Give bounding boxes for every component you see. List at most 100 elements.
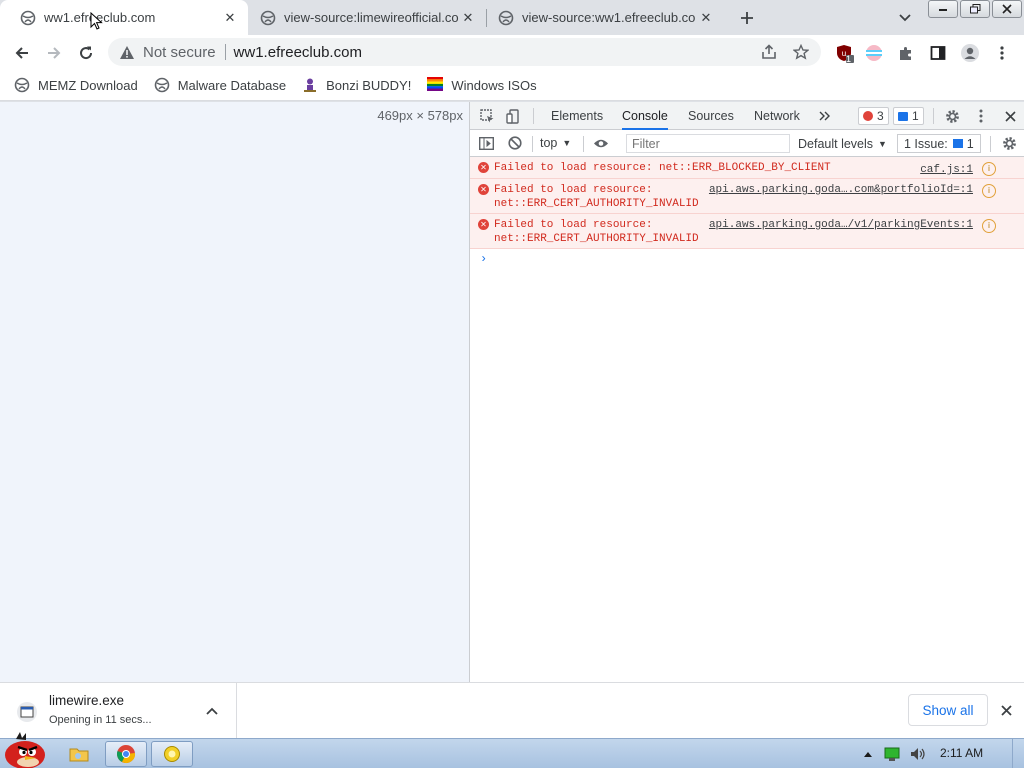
console-prompt[interactable]: › <box>480 252 487 266</box>
close-window-button[interactable] <box>992 0 1022 18</box>
issues-label: 1 Issue: <box>904 136 948 151</box>
tab-title: view-source:limewireofficial.co <box>284 10 459 25</box>
taskbar-chrome[interactable] <box>105 741 147 767</box>
window-controls <box>926 0 1022 18</box>
network-icon[interactable] <box>884 746 900 762</box>
tab-active[interactable]: ww1.efreeclub.com ✕ <box>0 0 248 35</box>
toolbar-divider <box>990 136 991 152</box>
puzzle-icon <box>900 47 911 60</box>
dropdown-arrow-icon: ▼ <box>562 138 572 148</box>
bookmark-memz[interactable]: MEMZ Download <box>14 77 138 93</box>
taskbar-explorer[interactable] <box>58 741 100 767</box>
taskbar-app[interactable] <box>151 741 193 767</box>
error-text-detail: net::ERR_CERT_AUTHORITY_INVALID <box>494 233 699 245</box>
page-viewport[interactable]: 469px × 578px <box>0 102 469 682</box>
console-settings-icon[interactable] <box>1000 134 1018 152</box>
new-tab-button[interactable] <box>737 8 757 28</box>
chevron-up-icon[interactable] <box>204 703 220 719</box>
bookmark-windows-isos[interactable]: Windows ISOs <box>427 77 537 93</box>
message-count-badge[interactable]: 1 <box>893 107 924 125</box>
chevron-down-icon <box>899 14 911 22</box>
minimize-button[interactable] <box>928 0 958 18</box>
tab-efreeclub-source[interactable]: view-source:ww1.efreeclub.co ✕ <box>478 0 724 35</box>
bookmark-malware-database[interactable]: Malware Database <box>154 77 286 93</box>
console-filter-input[interactable] <box>626 134 790 153</box>
console-error-message[interactable]: ✕ Failed to load resource: net::ERR_BLOC… <box>470 157 1024 179</box>
execution-context-select[interactable]: top ▼ <box>540 133 571 153</box>
tab-title: view-source:ww1.efreeclub.co <box>522 10 696 25</box>
tab-limewire-source[interactable]: view-source:limewireofficial.co ✕ <box>240 0 486 35</box>
color-extension-button[interactable] <box>862 41 886 65</box>
profile-button[interactable] <box>958 41 982 65</box>
close-devtools-icon[interactable] <box>1001 107 1019 125</box>
devtools-tab-sources[interactable]: Sources <box>688 102 734 130</box>
tab-strip: ww1.efreeclub.com ✕ view-source:limewire… <box>0 0 1024 35</box>
source-link[interactable]: caf.js:1 <box>920 163 973 177</box>
security-status[interactable]: Not secure <box>143 44 216 61</box>
console-error-message[interactable]: ✕ Failed to load resource: net::ERR_CERT… <box>470 179 1024 214</box>
address-bar[interactable]: Not secure ww1.efreeclub.com <box>108 38 821 66</box>
restore-button[interactable] <box>960 0 990 18</box>
clear-console-icon[interactable] <box>506 134 524 152</box>
toolbar-divider <box>533 108 534 124</box>
url-text[interactable]: ww1.efreeclub.com <box>234 44 362 61</box>
chrome-icon <box>117 745 136 763</box>
tab-close-icon[interactable]: ✕ <box>698 10 714 26</box>
show-desktop-button[interactable] <box>1012 739 1024 768</box>
mouse-cursor-icon <box>90 12 103 30</box>
log-levels-dropdown[interactable]: Default levels ▼ <box>798 134 887 154</box>
share-icon[interactable] <box>760 43 778 61</box>
back-button[interactable] <box>10 41 34 65</box>
settings-gear-icon[interactable] <box>943 107 961 125</box>
show-all-button[interactable]: Show all <box>908 694 988 726</box>
error-text-detail: net::ERR_CERT_AUTHORITY_INVALID <box>494 198 699 210</box>
show-hidden-icons-icon[interactable] <box>860 746 876 762</box>
lightbulb-icon[interactable]: i <box>982 184 996 198</box>
forward-button[interactable] <box>42 41 66 65</box>
bookmark-label: Windows ISOs <box>451 77 537 93</box>
warning-icon[interactable] <box>118 43 136 61</box>
error-circle-icon: ✕ <box>478 162 489 173</box>
console-error-message[interactable]: ✕ Failed to load resource: net::ERR_CERT… <box>470 214 1024 249</box>
devtools-tab-elements[interactable]: Elements <box>551 102 603 130</box>
toolbar-divider <box>933 108 934 124</box>
levels-label: Default levels <box>798 137 874 151</box>
windows-flag-icon <box>427 77 444 93</box>
devtools-tabbar: Elements Console Sources Network 3 1 <box>470 102 1024 130</box>
live-expression-eye-icon[interactable] <box>592 134 610 152</box>
inspect-element-icon[interactable] <box>478 107 496 125</box>
devtools-menu-icon[interactable] <box>972 107 990 125</box>
bookmark-label: Malware Database <box>177 77 287 93</box>
bookmark-bonzi-buddy[interactable]: Bonzi BUDDY! <box>302 77 411 93</box>
lightbulb-icon[interactable]: i <box>982 219 996 233</box>
device-toolbar-icon[interactable] <box>504 107 522 125</box>
taskbar-clock[interactable]: 2:11 AM <box>940 746 983 760</box>
menu-button[interactable] <box>990 41 1014 65</box>
error-count-badge[interactable]: 3 <box>858 107 889 125</box>
tab-close-icon[interactable]: ✕ <box>460 10 476 26</box>
devtools-tab-console[interactable]: Console <box>622 102 668 130</box>
reload-button[interactable] <box>74 41 98 65</box>
source-link[interactable]: api.aws.parking.goda….com&portfolioId=:1 <box>709 183 973 197</box>
volume-icon[interactable] <box>910 746 926 762</box>
more-tabs-icon[interactable] <box>815 107 833 125</box>
close-download-bar-icon[interactable] <box>996 700 1016 720</box>
ublock-extension-button[interactable]: u <box>832 41 856 65</box>
star-icon[interactable] <box>792 43 810 61</box>
extensions-button[interactable] <box>894 41 918 65</box>
kebab-menu-icon <box>1000 46 1004 60</box>
devtools-tab-network[interactable]: Network <box>754 102 800 130</box>
angry-bird-icon <box>5 732 45 768</box>
issues-button[interactable]: 1 Issue: 1 <box>897 134 981 153</box>
sidebar-toggle-icon[interactable] <box>477 134 495 152</box>
error-count: 3 <box>877 109 884 123</box>
source-link[interactable]: api.aws.parking.goda…/v1/parkingEvents:1 <box>709 218 973 232</box>
lightbulb-icon[interactable]: i <box>982 162 996 176</box>
console-toolbar: top ▼ Default levels ▼ 1 Issue: 1 <box>470 130 1024 157</box>
start-button[interactable] <box>2 731 48 768</box>
tab-close-icon[interactable]: ✕ <box>222 10 238 26</box>
message-icon <box>898 111 908 121</box>
tab-search-button[interactable] <box>895 8 915 28</box>
error-text: Failed to load resource: net::ERR_BLOCKE… <box>494 162 831 174</box>
side-panel-button[interactable] <box>926 41 950 65</box>
